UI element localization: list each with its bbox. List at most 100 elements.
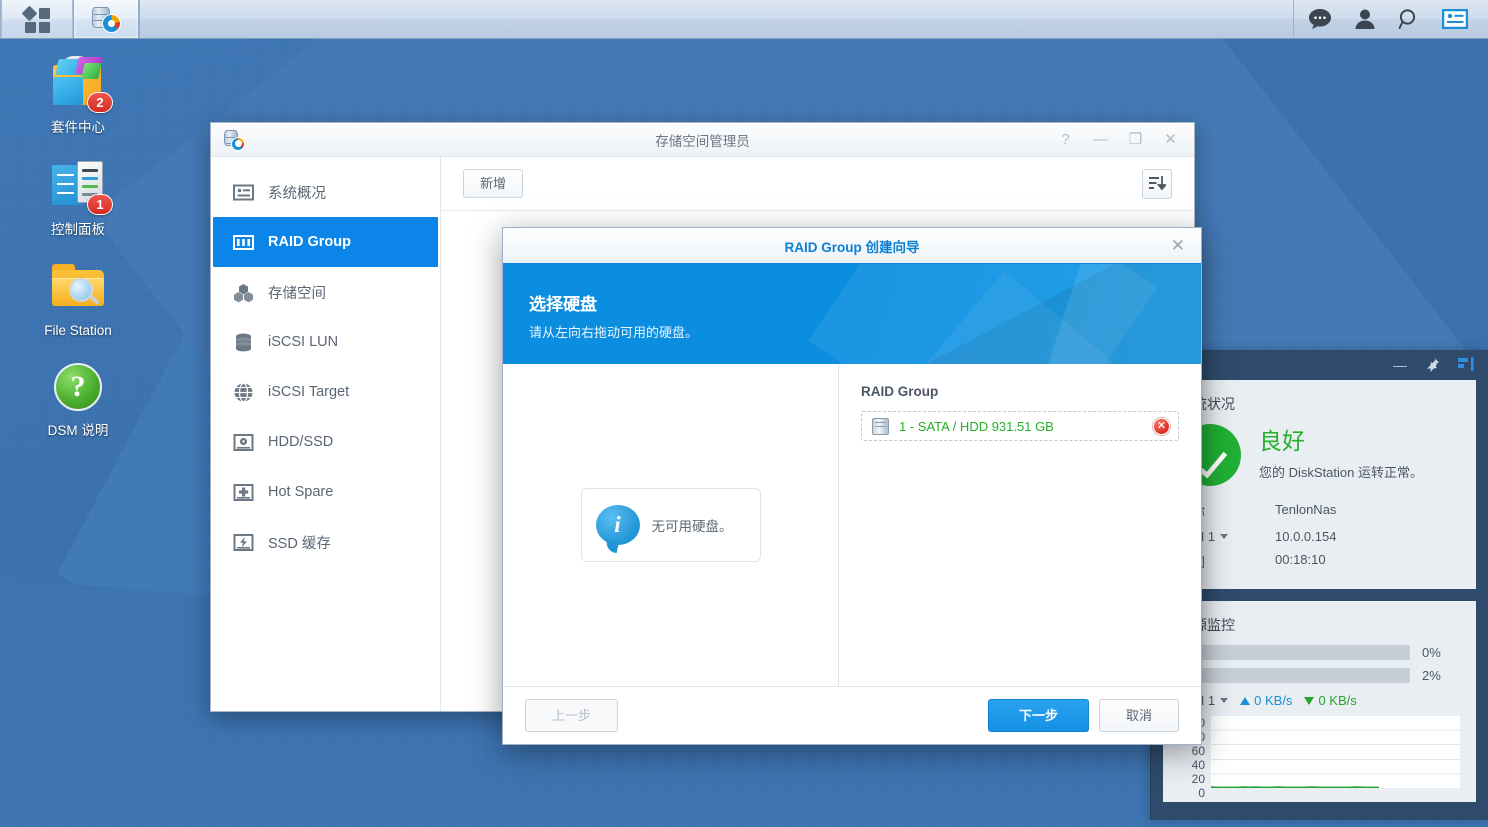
sidebar-item-label: iSCSI Target <box>268 384 349 400</box>
desktop-icon-file-station[interactable]: File Station <box>20 258 136 339</box>
sidebar-item-iscsi-target[interactable]: iSCSI Target <box>213 367 438 417</box>
next-button[interactable]: 下一步 <box>988 699 1089 733</box>
taskbar-app-storage-manager[interactable] <box>73 0 139 38</box>
health-row-lan[interactable]: LAN 1 10.0.0.154 <box>1179 525 1460 548</box>
health-row-name: 名称 TenlonNas <box>1179 498 1460 525</box>
selected-disk-row[interactable]: 1 - SATA / HDD 931.51 GB ✕ <box>861 411 1179 441</box>
row-value: 00:18:10 <box>1275 552 1326 571</box>
dialog-titlebar[interactable]: RAID Group 创建向导 ✕ <box>503 228 1201 264</box>
toolbar: 新增 <box>441 157 1194 211</box>
memory-percent-label: 2% <box>1422 668 1460 683</box>
taskbar-divider <box>139 0 140 38</box>
window-buttons: ? — ❐ ✕ <box>1058 132 1194 147</box>
widget-panel-icon[interactable] <box>1442 9 1468 29</box>
dialog-subtitle: 请从左向右拖动可用的硬盘。 <box>529 322 1201 341</box>
info-bubble-icon: i <box>596 505 640 545</box>
sidebar-item-storage-volume[interactable]: 存储空间 <box>213 267 438 317</box>
window-titlebar[interactable]: 存储空间管理员 ? — ❐ ✕ <box>211 123 1194 157</box>
storage-manager-icon <box>91 5 121 33</box>
main-menu-button[interactable] <box>1 0 73 38</box>
raid-group-label: RAID Group <box>861 384 1179 399</box>
taskbar-tray <box>1293 0 1488 38</box>
chart-y-tick: 0 <box>1198 786 1205 800</box>
package-center-icon: 2 <box>49 55 107 113</box>
available-disks-panel: i 无可用硬盘。 <box>503 364 839 686</box>
widget-title: 资源监控 <box>1179 615 1460 635</box>
arrow-down-icon <box>1304 697 1314 705</box>
dialog-banner: 选择硬盘 请从左向右拖动可用的硬盘。 <box>503 264 1201 364</box>
taskbar <box>0 0 1488 39</box>
magnifier-icon[interactable] <box>1398 8 1420 30</box>
health-status: 良好 <box>1259 430 1423 453</box>
help-icon: ? <box>49 358 107 416</box>
page-title: 存储空间管理员 <box>211 130 1194 150</box>
dialog-footer: 上一步 下一步 取消 <box>503 686 1201 744</box>
minimize-button[interactable]: — <box>1093 132 1108 147</box>
row-value: TenlonNas <box>1275 502 1336 521</box>
sidebar-item-raid-group[interactable]: RAID Group <box>213 217 438 267</box>
create-button[interactable]: 新增 <box>463 169 523 199</box>
hot-spare-icon <box>233 482 254 503</box>
ssd-cache-icon <box>233 532 254 553</box>
dialog-heading: 选择硬盘 <box>529 290 1201 315</box>
health-row-time: 时间 00:18:10 <box>1179 548 1460 575</box>
system-health-widget: 系统状况 良好 您的 DiskStation 运转正常。 名称 TenlonNa… <box>1163 380 1476 589</box>
dock-right-icon[interactable] <box>1458 357 1474 373</box>
memory-usage-row: 2% <box>1179 668 1460 683</box>
cancel-button[interactable]: 取消 <box>1099 699 1179 733</box>
pin-icon[interactable] <box>1425 357 1440 374</box>
chevron-down-icon[interactable] <box>1220 534 1228 539</box>
file-station-icon <box>49 258 107 316</box>
cpu-usage-row: 0% <box>1179 645 1460 660</box>
sidebar-item-hdd-ssd[interactable]: HDD/SSD <box>213 417 438 467</box>
desktop-icon-label: DSM 说明 <box>48 423 109 439</box>
desktop-icon-control-panel[interactable]: 1 控制面板 <box>20 157 136 238</box>
raid-group-panel: RAID Group 1 - SATA / HDD 931.51 GB ✕ <box>839 364 1201 686</box>
maximize-button[interactable]: ❐ <box>1128 132 1143 147</box>
sidebar-item-ssd-cache[interactable]: SSD 缓存 <box>213 517 438 567</box>
iscsi-target-icon <box>233 382 254 403</box>
health-summary: 良好 您的 DiskStation 运转正常。 <box>1179 424 1460 486</box>
sidebar: 系统概况 RAID Group 存储空间 <box>211 157 441 711</box>
remove-icon[interactable]: ✕ <box>1153 418 1170 435</box>
widget-title: 系统状况 <box>1179 394 1460 414</box>
squares-grid-icon <box>23 5 51 33</box>
chevron-down-icon[interactable] <box>1220 698 1228 703</box>
badge-count: 1 <box>87 194 113 215</box>
close-icon[interactable]: ✕ <box>1171 236 1201 256</box>
sidebar-item-iscsi-lun[interactable]: iSCSI LUN <box>213 317 438 367</box>
cpu-bar-track <box>1179 645 1410 660</box>
person-icon[interactable] <box>1354 8 1376 30</box>
sidebar-item-label: 系统概况 <box>268 182 326 203</box>
disk-label: 1 - SATA / HDD 931.51 GB <box>899 419 1143 434</box>
raid-group-wizard-dialog: RAID Group 创建向导 ✕ 选择硬盘 请从左向右拖动可用的硬盘。 i 无… <box>502 227 1202 745</box>
desktop-icon-label: 控制面板 <box>51 222 105 238</box>
minimize-icon[interactable]: — <box>1393 358 1407 372</box>
help-button[interactable]: ? <box>1058 132 1073 147</box>
sidebar-item-label: HDD/SSD <box>268 434 333 450</box>
download-rate: 0 KB/s <box>1304 693 1356 708</box>
chart-y-tick: 40 <box>1192 758 1205 772</box>
desktop-icon-dsm-help[interactable]: ? DSM 说明 <box>20 358 136 439</box>
chart-y-tick: 60 <box>1192 744 1205 758</box>
chart-series-lines <box>1211 781 1379 788</box>
resource-chart: 100806040200 <box>1179 716 1460 788</box>
chart-plot-area <box>1211 716 1460 788</box>
hard-disk-icon <box>872 418 889 435</box>
desktop-icon-package-center[interactable]: 2 套件中心 <box>20 55 136 136</box>
upload-rate: 0 KB/s <box>1240 693 1292 708</box>
sidebar-item-overview[interactable]: 系统概况 <box>213 167 438 217</box>
health-description: 您的 DiskStation 运转正常。 <box>1259 462 1423 481</box>
resource-monitor-widget: 资源监控 0% 2% LAN 1 0 KB/s 0 KB/s <box>1163 601 1476 802</box>
sidebar-item-label: Hot Spare <box>268 484 333 500</box>
sidebar-item-hot-spare[interactable]: Hot Spare <box>213 467 438 517</box>
desktop-icon-label: File Station <box>44 323 112 339</box>
close-button[interactable]: ✕ <box>1163 132 1178 147</box>
chart-y-tick: 20 <box>1192 772 1205 786</box>
back-button[interactable]: 上一步 <box>525 699 618 733</box>
chat-bubble-icon[interactable] <box>1308 8 1332 30</box>
sort-descending-icon[interactable] <box>1142 169 1172 199</box>
cpu-percent-label: 0% <box>1422 645 1460 660</box>
row-value: 10.0.0.154 <box>1275 529 1336 544</box>
control-panel-icon: 1 <box>49 157 107 215</box>
